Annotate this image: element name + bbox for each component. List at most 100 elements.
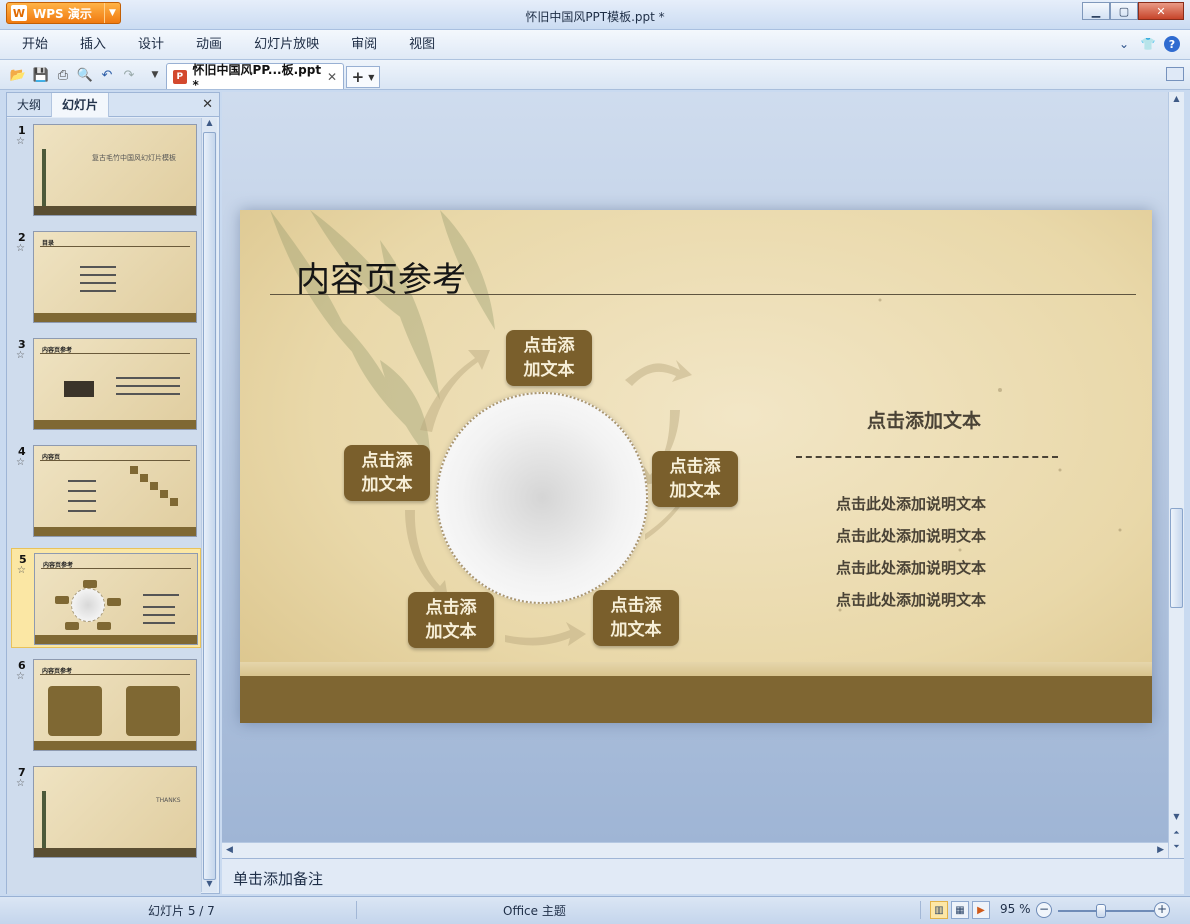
thumb-subtitle: 复古毛竹中国风幻灯片模板 — [92, 154, 176, 162]
node-text-line1: 点击添 — [361, 451, 413, 471]
scroll-up-icon[interactable]: ▲ — [1169, 94, 1184, 103]
print-preview-icon[interactable]: 🔍 — [76, 66, 94, 84]
footer-band-light — [240, 662, 1152, 676]
document-tab-label: 怀旧中国风PP...板.ppt * — [192, 63, 322, 92]
theme-name: Office 主题 — [503, 904, 566, 918]
customize-icon[interactable]: ▼ — [146, 66, 164, 84]
right-heading[interactable]: 点击添加文本 — [796, 406, 1052, 433]
zoom-in-button[interactable]: + — [1154, 902, 1170, 918]
thumb-panel-left — [48, 686, 102, 736]
document-tab[interactable]: P 怀旧中国风PP...板.ppt * ✕ — [166, 63, 344, 92]
tab-slides[interactable]: 幻灯片 — [52, 93, 110, 117]
thumb-band — [34, 313, 196, 322]
slide-preview: 内容页参考 — [34, 553, 198, 645]
status-divider — [356, 901, 357, 919]
cycle-node-left[interactable]: 点击添 加文本 — [344, 445, 430, 501]
transition-star-icon: ☆ — [16, 671, 25, 682]
thumb-band — [34, 848, 196, 857]
undo-icon[interactable]: ↶ — [98, 66, 116, 84]
ribbon-collapse-icon[interactable]: ⌄ — [1116, 36, 1132, 52]
description-line[interactable]: 点击此处添加说明文本 — [796, 493, 1058, 514]
title-bar: W WPS 演示 ▼ 怀旧中国风PPT模板.ppt * ▁ ▢ ✕ — [0, 0, 1190, 30]
redo-icon[interactable]: ↷ — [120, 66, 138, 84]
thumb-band — [35, 635, 197, 644]
close-panel-icon[interactable]: ✕ — [202, 97, 213, 112]
slide-thumbnail-1[interactable]: 1 ☆ 复古毛竹中国风幻灯片模板 — [11, 120, 201, 220]
thumb-rule — [41, 568, 191, 569]
scroll-down-icon[interactable]: ▼ — [202, 879, 217, 892]
window-layout-icon[interactable] — [1166, 67, 1184, 81]
next-slide-icon[interactable]: ⏷ — [1169, 842, 1184, 852]
bamboo-image — [42, 149, 46, 209]
thumb-circle — [71, 588, 105, 622]
transition-star-icon: ☆ — [17, 565, 26, 576]
menu-insert[interactable]: 插入 — [64, 30, 122, 60]
transition-star-icon: ☆ — [16, 778, 25, 789]
slideshow-icon[interactable]: ▶ — [972, 901, 990, 919]
slide-sorter-icon[interactable]: ▦ — [951, 901, 969, 919]
horizontal-scrollbar[interactable]: ◀ ▶ — [222, 842, 1168, 858]
thumb-band — [34, 420, 196, 429]
menu-bar: 开始 插入 设计 动画 幻灯片放映 审阅 视图 ⌄ 👕 ? — [0, 30, 1190, 60]
menu-right-tools: ⌄ 👕 ? — [1116, 36, 1180, 52]
scroll-down-icon[interactable]: ▼ — [1169, 812, 1184, 821]
skin-icon[interactable]: 👕 — [1140, 36, 1156, 52]
description-line[interactable]: 点击此处添加说明文本 — [796, 557, 1058, 578]
cycle-node-bottom-left[interactable]: 点击添 加文本 — [408, 592, 494, 648]
new-tab-button[interactable]: + ▼ — [346, 66, 380, 88]
zoom-out-button[interactable]: − — [1036, 902, 1052, 918]
menu-view[interactable]: 视图 — [393, 30, 451, 60]
scrollbar-thumb[interactable] — [203, 132, 216, 880]
slide-preview: 复古毛竹中国风幻灯片模板 — [33, 124, 197, 216]
previous-slide-icon[interactable]: ⏶ — [1169, 828, 1184, 838]
menu-slideshow[interactable]: 幻灯片放映 — [238, 30, 335, 60]
node-text-line1: 点击添 — [669, 457, 721, 477]
slide-thumbnail-7[interactable]: 7 ☆ THANKS — [11, 762, 201, 862]
close-tab-icon[interactable]: ✕ — [327, 70, 337, 84]
node-text-line2: 加文本 — [425, 622, 477, 642]
notes-pane[interactable]: 单击添加备注 — [222, 858, 1184, 894]
thumb-band — [34, 527, 196, 536]
chevron-down-icon[interactable]: ▼ — [368, 73, 374, 82]
center-picture-placeholder[interactable] — [436, 392, 648, 604]
thumb-rule — [40, 460, 190, 461]
menu-home[interactable]: 开始 — [6, 30, 64, 60]
save-icon[interactable]: 💾 — [32, 66, 50, 84]
menu-animation[interactable]: 动画 — [180, 30, 238, 60]
panel-scrollbar[interactable]: ▲ ▼ — [201, 118, 217, 892]
thumb-rule — [40, 674, 190, 675]
slide-thumbnail-2[interactable]: 2 ☆ 目录 — [11, 227, 201, 327]
scroll-left-icon[interactable]: ◀ — [226, 845, 233, 855]
cycle-node-bottom-right[interactable]: 点击添 加文本 — [593, 590, 679, 646]
description-line[interactable]: 点击此处添加说明文本 — [796, 525, 1058, 546]
help-icon[interactable]: ? — [1164, 36, 1180, 52]
slide-canvas[interactable]: 内容页参考 点击添 加文本 点击添 加文本 点击添 加文本 点击添 加文本 点击… — [240, 210, 1152, 723]
ppt-file-icon: P — [173, 69, 187, 84]
normal-view-icon[interactable]: ▥ — [930, 901, 948, 919]
slide-thumbnail-4[interactable]: 4 ☆ 内容页 — [11, 441, 201, 541]
close-button[interactable]: ✕ — [1138, 2, 1184, 20]
vertical-scrollbar[interactable]: ▲ ▼ ⏶ ⏷ — [1168, 92, 1184, 858]
scrollbar-thumb[interactable] — [1170, 508, 1183, 608]
thumb-subtitle: THANKS — [156, 797, 181, 804]
maximize-button[interactable]: ▢ — [1110, 2, 1138, 20]
tab-outline[interactable]: 大纲 — [7, 93, 53, 117]
notes-placeholder: 单击添加备注 — [233, 870, 324, 888]
slide-thumbnail-6[interactable]: 6 ☆ 内容页参考 — [11, 655, 201, 755]
zoom-slider-handle[interactable] — [1096, 904, 1107, 918]
open-icon[interactable]: 📂 — [9, 66, 27, 84]
menu-review[interactable]: 审阅 — [335, 30, 393, 60]
slide-thumbnail-5[interactable]: 5 ☆ 内容页参考 — [11, 548, 201, 648]
minimize-button[interactable]: ▁ — [1082, 2, 1110, 20]
menu-design[interactable]: 设计 — [122, 30, 180, 60]
cycle-node-top[interactable]: 点击添 加文本 — [506, 330, 592, 386]
scroll-up-icon[interactable]: ▲ — [202, 118, 217, 131]
transition-star-icon: ☆ — [16, 243, 25, 254]
print-icon[interactable]: ⎙ — [54, 66, 72, 84]
description-line[interactable]: 点击此处添加说明文本 — [796, 589, 1058, 610]
scroll-right-icon[interactable]: ▶ — [1157, 845, 1164, 855]
cycle-node-right[interactable]: 点击添 加文本 — [652, 451, 738, 507]
node-text-line2: 加文本 — [361, 475, 413, 495]
slide-thumbnail-3[interactable]: 3 ☆ 内容页参考 — [11, 334, 201, 434]
dashed-divider — [796, 456, 1058, 458]
